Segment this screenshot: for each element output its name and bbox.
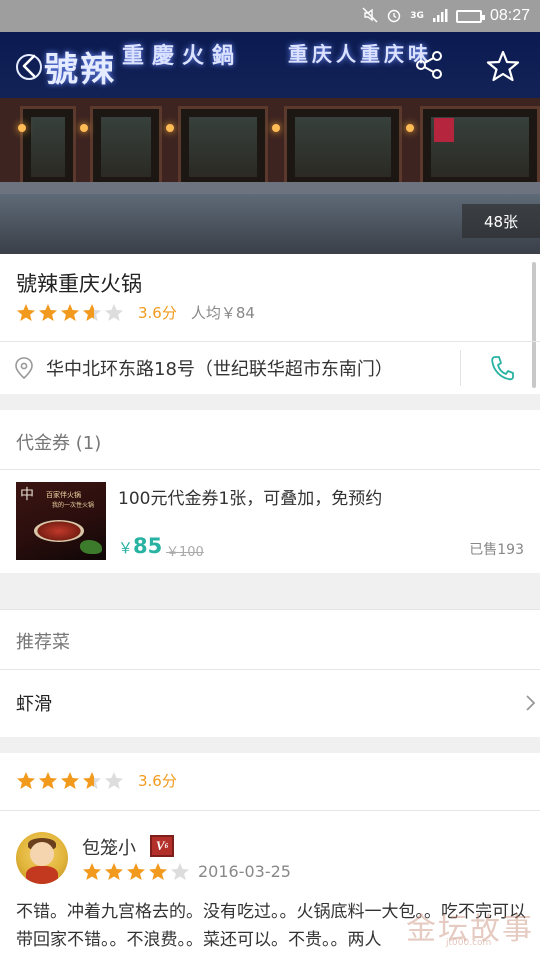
original-price: ￥100 <box>166 545 204 560</box>
price-value: 85 <box>133 534 163 558</box>
rating-score: 3.6分 <box>138 304 177 322</box>
rating-stars <box>16 771 124 791</box>
hotpot-bowl-image <box>34 520 84 542</box>
voucher-description: 100元代金券1张，可叠加，免预约 <box>118 489 383 509</box>
star-icon <box>61 771 79 789</box>
photo-count-badge[interactable]: 48张 <box>462 204 540 238</box>
thumbnail-logo: 中 <box>20 487 34 503</box>
star-icon <box>127 863 145 880</box>
battery-icon <box>455 9 485 23</box>
review-stars <box>82 862 190 882</box>
star-icon <box>61 303 79 321</box>
watermark-url: jt000.com <box>446 938 492 948</box>
sidewalk <box>0 194 540 254</box>
sign-text: 號辣 <box>44 50 116 90</box>
star-icon <box>105 863 123 880</box>
average-price: 人均￥84 <box>190 304 255 322</box>
divider <box>0 609 540 610</box>
star-icon <box>105 303 123 321</box>
star-icon <box>105 771 123 789</box>
voucher-thumbnail: 中 百家伴火锅 我的一次性火锅 <box>16 482 106 560</box>
storefront-facade <box>0 98 540 194</box>
mute-icon <box>362 7 378 26</box>
back-icon[interactable] <box>16 52 44 80</box>
reviewer-name[interactable]: 包笼小 <box>82 834 136 860</box>
alarm-icon <box>386 7 402 26</box>
rating-score: 3.6分 <box>138 772 177 790</box>
voucher-price: ￥85 <box>118 534 162 558</box>
thumbnail-subcaption: 我的一次性火锅 <box>52 502 95 509</box>
review-date: 2016-03-25 <box>198 862 291 881</box>
currency-symbol: ￥ <box>118 539 134 557</box>
reviews-overall-rating: 3.6分 <box>16 770 177 791</box>
address-text: 华中北环东路18号（世纪联华超市东南门） <box>46 359 393 380</box>
star-icon <box>39 303 57 321</box>
thumbnail-caption: 百家伴火锅 <box>46 491 81 499</box>
signal-icon <box>432 8 448 25</box>
restaurant-rating: 3.6分 人均￥84 <box>16 302 255 323</box>
voucher-section-header: 代金券 (1) <box>16 433 102 454</box>
rating-stars <box>16 303 124 323</box>
sold-count: 已售193 <box>469 542 524 558</box>
recommended-dish-row[interactable]: 虾滑 <box>0 670 540 736</box>
restaurant-photo[interactable]: 號辣 重慶火鍋 重庆人重庆味 48张 <box>0 32 540 254</box>
address-row[interactable]: 华中北环东路18号（世纪联华超市东南门） <box>0 342 540 394</box>
voucher-item[interactable]: 中 百家伴火锅 我的一次性火锅 100元代金券1张，可叠加，免预约 ￥85 ￥1… <box>0 470 540 572</box>
share-icon[interactable] <box>412 48 446 82</box>
star-icon <box>83 771 101 789</box>
divider <box>0 810 540 811</box>
star-icon <box>17 303 35 321</box>
status-time: 08:27 <box>489 7 530 24</box>
red-signboard <box>434 118 454 142</box>
dish-name: 虾滑 <box>16 694 52 715</box>
vertical-divider <box>460 350 461 386</box>
star-icon <box>17 771 35 789</box>
section-gap <box>0 737 540 753</box>
phone-icon[interactable] <box>490 355 514 381</box>
star-outline-icon[interactable] <box>485 48 521 84</box>
sign-text-tertiary: 重庆人重庆味 <box>288 42 432 66</box>
recommended-section-header: 推荐菜 <box>16 632 70 653</box>
section-gap <box>0 573 540 609</box>
sign-text-secondary: 重慶火鍋 <box>122 43 243 69</box>
network-type: 3G <box>410 11 424 21</box>
badge-letter: V <box>155 838 165 853</box>
restaurant-name: 號辣重庆火锅 <box>16 272 142 296</box>
star-icon <box>171 863 189 880</box>
location-pin-icon <box>14 357 34 380</box>
star-icon <box>83 863 101 880</box>
chevron-right-icon <box>524 694 536 712</box>
star-icon <box>83 303 101 321</box>
section-gap <box>0 394 540 410</box>
status-bar: 3G 08:27 <box>0 0 540 32</box>
star-icon <box>39 771 57 789</box>
avatar[interactable] <box>16 832 68 884</box>
badge-level: 6 <box>164 842 169 850</box>
star-icon <box>149 863 167 880</box>
vegetables-image <box>80 540 102 554</box>
vip-level-badge: V6 <box>150 835 174 857</box>
